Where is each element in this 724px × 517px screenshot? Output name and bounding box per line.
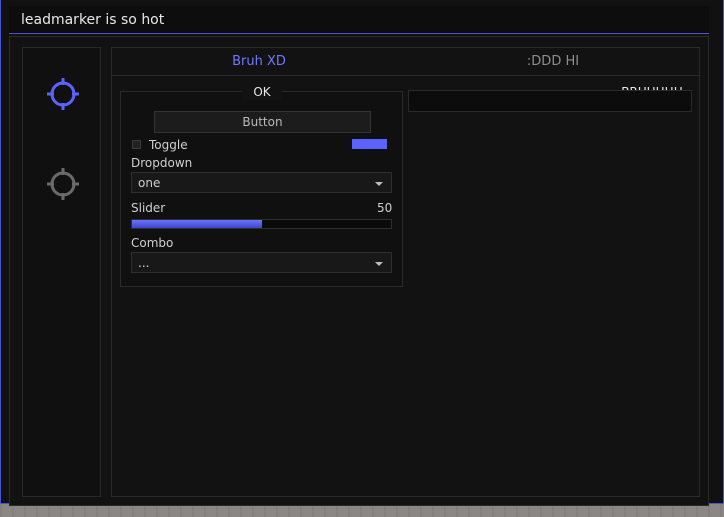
slider-value: 50 — [377, 201, 393, 215]
tab-bruh-xd[interactable]: Bruh XD — [112, 48, 406, 76]
app-window: leadmarker is so hot Bruh XD:DDD HI OK … — [0, 0, 724, 506]
sidebar — [22, 47, 101, 497]
tab-ddd-hi[interactable]: :DDD HI — [406, 48, 700, 76]
slider-label: Slider — [131, 201, 166, 215]
title-bar[interactable]: leadmarker is so hot — [9, 6, 709, 34]
slider-fill — [132, 220, 262, 228]
toggle-color-picker[interactable] — [352, 139, 387, 149]
panel-title-ok: OK — [242, 84, 282, 100]
left-panel: OK Button Toggle Dropdown one Slider 50 … — [120, 84, 403, 287]
action-button[interactable]: Button — [154, 111, 371, 133]
crosshair-icon — [47, 78, 79, 110]
content-area: Bruh XD :DDD HI OK Button Toggle Dropdow… — [111, 47, 700, 497]
chevron-down-icon — [375, 182, 383, 186]
crosshair-icon — [47, 168, 79, 200]
right-panel — [408, 90, 692, 112]
combo-value: ... — [138, 256, 150, 270]
slider-track[interactable] — [131, 219, 392, 229]
dropdown-select[interactable]: one — [131, 172, 392, 193]
sidebar-item-aim[interactable] — [46, 77, 80, 111]
toggle-label: Toggle — [149, 138, 188, 152]
tab-bar: Bruh XD :DDD HI — [112, 48, 699, 76]
chevron-down-icon — [375, 262, 383, 266]
sidebar-item-secondary[interactable] — [46, 167, 80, 201]
dropdown-label: Dropdown — [131, 156, 193, 170]
dropdown-value: one — [138, 176, 161, 190]
window-title: leadmarker is so hot — [21, 12, 165, 28]
combo-select[interactable]: ... — [131, 252, 392, 273]
combo-label: Combo — [131, 236, 174, 250]
toggle-checkbox[interactable] — [132, 140, 141, 149]
